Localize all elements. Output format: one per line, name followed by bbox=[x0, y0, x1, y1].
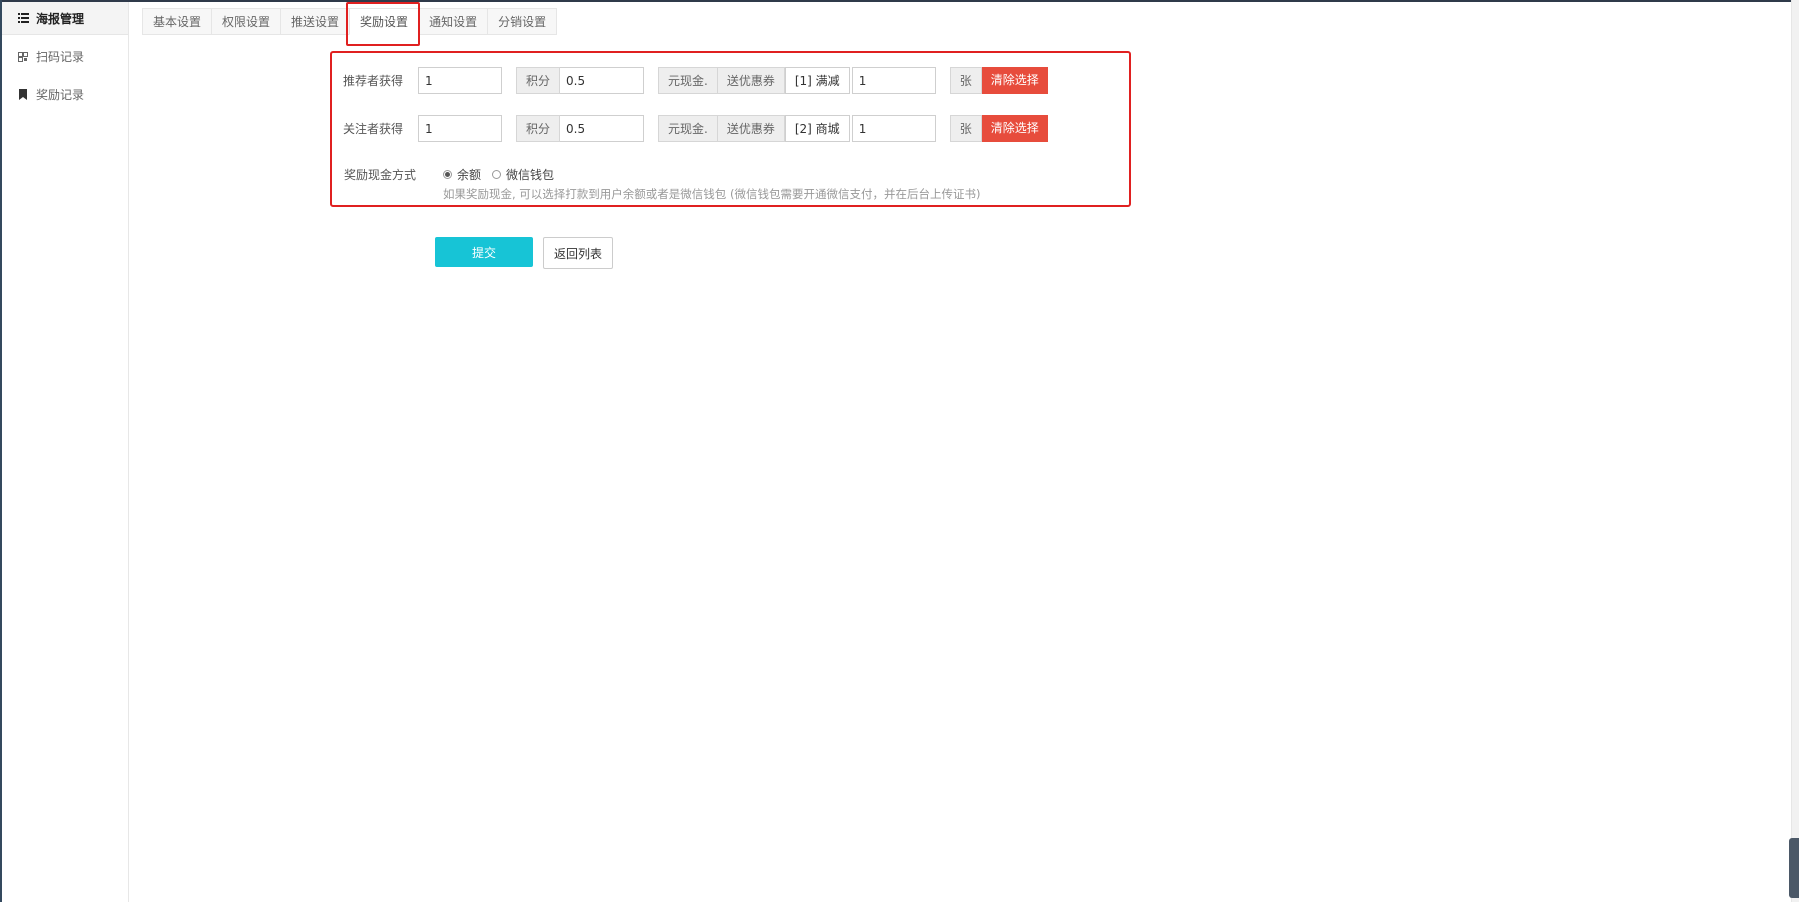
sidebar-item-poster-management[interactable]: 海报管理 bbox=[2, 2, 128, 35]
referrer-points-input[interactable] bbox=[418, 67, 502, 94]
sidebar-item-label: 海报管理 bbox=[36, 11, 85, 26]
referrer-label: 推荐者获得 bbox=[342, 74, 403, 88]
tab-push-settings[interactable]: 推送设置 bbox=[280, 8, 351, 35]
follower-label: 关注者获得 bbox=[342, 122, 403, 136]
referrer-coupon-button[interactable]: 送优惠券 bbox=[717, 67, 785, 94]
sidebar-item-scan-records[interactable]: 扫码记录 bbox=[2, 40, 128, 73]
qrcode-icon bbox=[16, 50, 30, 64]
sidebar-item-label: 扫码记录 bbox=[36, 50, 85, 64]
follower-coupon-tag[interactable]: [2] 商城 bbox=[784, 115, 850, 142]
tab-reward-settings[interactable]: 奖励设置 bbox=[349, 8, 420, 35]
cash-method-row: 奖励现金方式 余额 微信钱包 bbox=[330, 166, 565, 183]
cash-method-label: 奖励现金方式 bbox=[343, 168, 416, 182]
referrer-coupon-count-input[interactable] bbox=[851, 67, 936, 94]
follower-points-input[interactable] bbox=[418, 115, 502, 142]
referrer-points-unit: 积分 bbox=[516, 67, 561, 94]
follower-clear-button[interactable]: 清除选择 bbox=[981, 115, 1048, 142]
back-to-list-button[interactable]: 返回列表 bbox=[543, 237, 613, 269]
follower-cash-unit: 元现金. bbox=[658, 115, 718, 142]
tab-bar: 基本设置 权限设置 推送设置 奖励设置 通知设置 分销设置 bbox=[142, 8, 558, 35]
follower-cash-input[interactable] bbox=[560, 115, 645, 142]
follower-count-unit: 张 bbox=[949, 115, 982, 142]
bookmark-icon bbox=[16, 88, 30, 102]
follower-coupon-button[interactable]: 送优惠券 bbox=[717, 115, 785, 142]
tab-basic-settings[interactable]: 基本设置 bbox=[142, 8, 213, 35]
right-scroll-strip[interactable] bbox=[1791, 0, 1799, 902]
radio-wechat-wallet-label[interactable]: 微信钱包 bbox=[506, 166, 554, 183]
follower-points-unit: 积分 bbox=[516, 115, 561, 142]
follower-coupon-count-input[interactable] bbox=[851, 115, 936, 142]
referrer-coupon-tag[interactable]: [1] 满减 bbox=[784, 67, 850, 94]
follower-reward-row: 关注者获得 积分 元现金. 送优惠券 [2] 商城 张 清除选择 bbox=[330, 115, 1048, 142]
sidebar-item-reward-records[interactable]: 奖励记录 bbox=[2, 78, 128, 111]
referrer-count-unit: 张 bbox=[949, 67, 982, 94]
sidebar-item-label: 奖励记录 bbox=[36, 88, 85, 102]
tab-notification-settings[interactable]: 通知设置 bbox=[418, 8, 489, 35]
sidebar: 海报管理 扫码记录 奖励记录 bbox=[2, 2, 129, 902]
submit-button[interactable]: 提交 bbox=[435, 237, 533, 267]
referrer-clear-button[interactable]: 清除选择 bbox=[981, 67, 1048, 94]
tab-distribution-settings[interactable]: 分销设置 bbox=[487, 8, 558, 35]
list-icon bbox=[16, 11, 30, 25]
referrer-cash-unit: 元现金. bbox=[658, 67, 718, 94]
referrer-reward-row: 推荐者获得 积分 元现金. 送优惠券 [1] 满减 张 清除选择 bbox=[330, 67, 1048, 94]
cash-method-help: 如果奖励现金, 可以选择打款到用户余额或者是微信钱包 (微信钱包需要开通微信支付… bbox=[443, 187, 981, 201]
radio-wechat-wallet[interactable] bbox=[492, 170, 502, 179]
referrer-cash-input[interactable] bbox=[560, 67, 645, 94]
radio-balance[interactable] bbox=[443, 170, 452, 179]
right-side-handle[interactable] bbox=[1789, 838, 1799, 898]
radio-balance-label[interactable]: 余额 bbox=[457, 166, 481, 183]
tab-permission-settings[interactable]: 权限设置 bbox=[211, 8, 282, 35]
